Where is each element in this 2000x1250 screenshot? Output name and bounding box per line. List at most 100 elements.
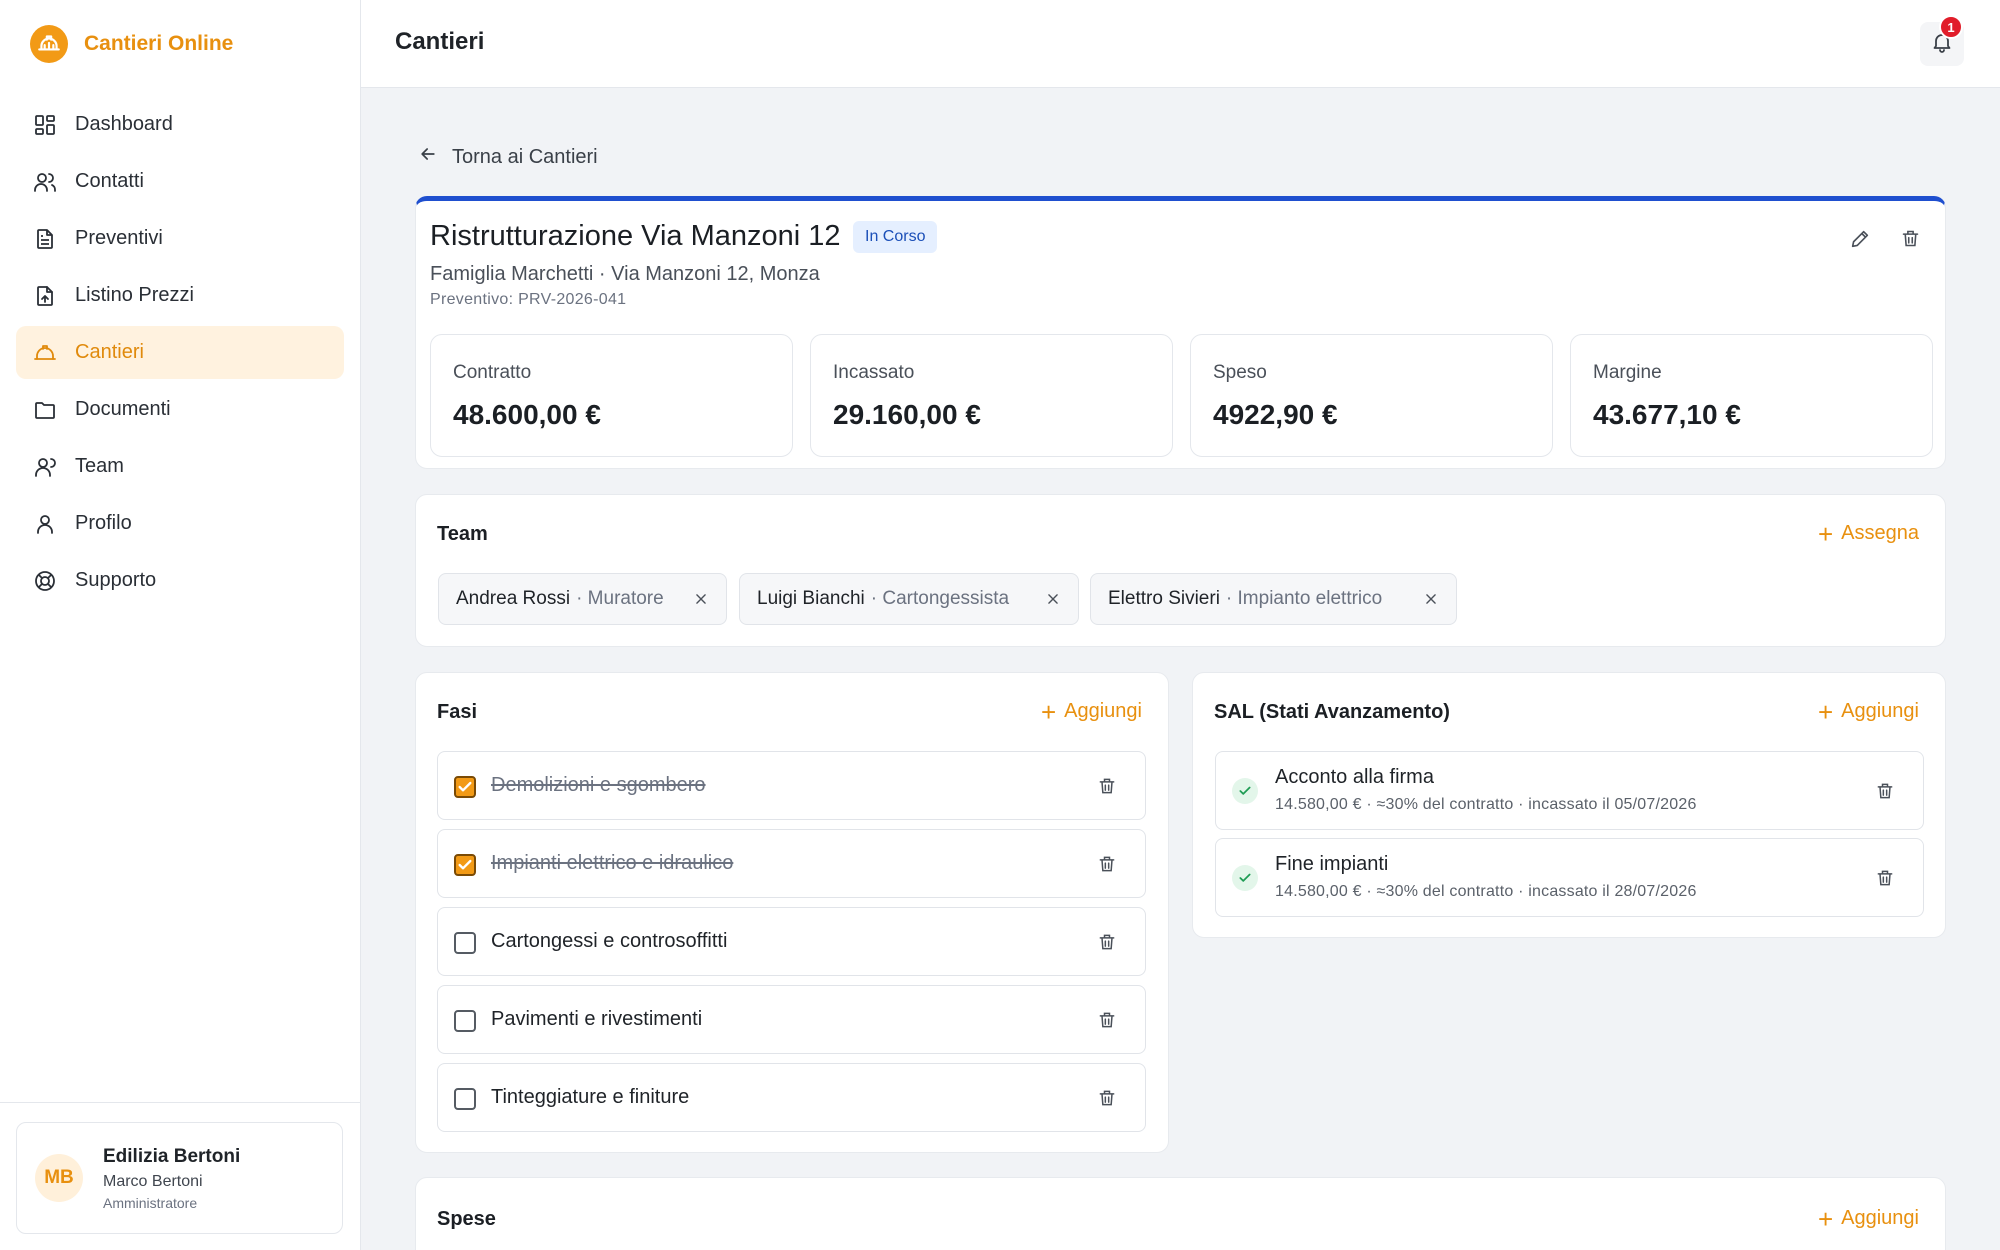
stat-label: Speso <box>1213 362 1267 383</box>
trash-icon[interactable] <box>1873 779 1897 803</box>
file-upload-icon <box>32 283 58 309</box>
add-fase-button[interactable]: + Aggiungi <box>1040 696 1142 727</box>
fase-label: Tinteggiature e finiture <box>491 1086 690 1108</box>
trash-icon[interactable] <box>1095 852 1119 876</box>
sidebar-item-documenti[interactable]: Documenti <box>16 383 344 436</box>
trash-icon[interactable] <box>1873 866 1897 890</box>
team-card: Team + Assegna Andrea Rossi · Muratore L… <box>415 494 1946 647</box>
pencil-icon <box>1849 228 1871 255</box>
add-sal-button[interactable]: + Aggiungi <box>1817 696 1919 727</box>
check-icon <box>1232 778 1258 804</box>
member-role: · Impianto elettrico <box>1225 588 1383 609</box>
sal-item: Acconto alla firma 14.580,00 € · ≈30% de… <box>1215 751 1924 830</box>
team-chip: Andrea Rossi · Muratore <box>438 573 727 625</box>
fase-checkbox[interactable] <box>454 1010 476 1032</box>
spese-card: Spese + Aggiungi <box>415 1177 1946 1250</box>
fase-label: Impianti elettrico e idraulico <box>491 852 734 874</box>
stat-label: Margine <box>1593 362 1662 383</box>
sidebar-item-team[interactable]: Team <box>16 440 344 493</box>
app-name: Cantieri Online <box>84 32 234 55</box>
fase-item: Demolizioni e sgombero <box>437 751 1146 820</box>
sal-title: Fine impianti <box>1275 853 1389 875</box>
add-spesa-button[interactable]: + Aggiungi <box>1817 1203 1919 1234</box>
member-name: Elettro Sivieri <box>1108 588 1220 609</box>
fase-label: Demolizioni e sgombero <box>491 774 706 796</box>
assign-button[interactable]: + Assegna <box>1817 518 1919 549</box>
brand[interactable]: Cantieri Online <box>30 24 233 64</box>
sidebar-item-profilo[interactable]: Profilo <box>16 497 344 550</box>
project-title: Ristrutturazione Via Manzoni 12 <box>430 220 841 252</box>
sidebar-footer: MB Edilizia Bertoni Marco Bertoni Ammini… <box>0 1102 360 1250</box>
folder-icon <box>32 397 58 423</box>
project-client: Famiglia Marchetti · Via Manzoni 12, Mon… <box>430 263 820 285</box>
sidebar-item-label: Listino Prezzi <box>75 284 194 306</box>
project-quote: Preventivo: PRV-2026-041 <box>430 291 627 308</box>
trash-icon[interactable] <box>1095 774 1119 798</box>
add-label: Aggiungi <box>1841 1207 1919 1229</box>
remove-icon[interactable] <box>1422 590 1440 608</box>
stat-label: Incassato <box>833 362 915 383</box>
hardhat-logo-icon <box>30 25 68 63</box>
plus-icon: + <box>1817 696 1834 727</box>
sidebar-item-cantieri[interactable]: Cantieri <box>16 326 344 379</box>
team-chip: Luigi Bianchi · Cartongessista <box>739 573 1079 625</box>
sidebar-item-listino-prezzi[interactable]: Listino Prezzi <box>16 269 344 322</box>
fase-checkbox[interactable] <box>454 776 476 798</box>
trash-icon[interactable] <box>1095 930 1119 954</box>
back-link[interactable]: Torna ai Cantieri <box>418 144 598 170</box>
stat-incassato: Incassato 29.160,00 € <box>810 334 1173 457</box>
remove-icon[interactable] <box>692 590 710 608</box>
user-card[interactable]: MB Edilizia Bertoni Marco Bertoni Ammini… <box>16 1122 343 1234</box>
back-label: Torna ai Cantieri <box>452 145 598 168</box>
arrow-left-icon <box>418 144 438 170</box>
stat-value: 4922,90 € <box>1213 399 1338 430</box>
stat-contratto: Contratto 48.600,00 € <box>430 334 793 457</box>
sal-detail: 14.580,00 € · ≈30% del contratto · incas… <box>1275 796 1697 813</box>
add-label: Aggiungi <box>1064 700 1142 722</box>
hardhat-icon <box>32 340 58 366</box>
fase-checkbox[interactable] <box>454 932 476 954</box>
check-icon <box>1232 865 1258 891</box>
member-role: · Cartongessista <box>870 588 1010 609</box>
fase-label: Pavimenti e rivestimenti <box>491 1008 703 1030</box>
sidebar-item-preventivi[interactable]: Preventivi <box>16 212 344 265</box>
sidebar-item-label: Dashboard <box>75 113 173 135</box>
fase-item: Tinteggiature e finiture <box>437 1063 1146 1132</box>
plus-icon: + <box>1817 1203 1834 1234</box>
sidebar-item-label: Cantieri <box>75 341 144 363</box>
fase-checkbox[interactable] <box>454 1088 476 1110</box>
sal-item: Fine impianti 14.580,00 € · ≈30% del con… <box>1215 838 1924 917</box>
topbar: Cantieri 1 <box>361 0 2000 88</box>
page-title: Cantieri <box>395 28 485 55</box>
sidebar-item-contatti[interactable]: Contatti <box>16 155 344 208</box>
sal-card: SAL (Stati Avanzamento) + Aggiungi Accon… <box>1192 672 1946 938</box>
sidebar-item-dashboard[interactable]: Dashboard <box>16 98 344 151</box>
sidebar-item-label: Profilo <box>75 512 132 534</box>
status-badge: In Corso <box>853 221 938 253</box>
user-info: Edilizia Bertoni Marco Bertoni Amministr… <box>103 1146 240 1211</box>
fase-item: Pavimenti e rivestimenti <box>437 985 1146 1054</box>
sal-detail: 14.580,00 € · ≈30% del contratto · incas… <box>1275 883 1697 900</box>
fase-item: Cartongessi e controsoffitti <box>437 907 1146 976</box>
user-name: Marco Bertoni <box>103 1172 203 1190</box>
stat-label: Contratto <box>453 362 532 383</box>
avatar: MB <box>35 1154 83 1202</box>
project-card: Ristrutturazione Via Manzoni 12 In Corso… <box>415 196 1946 469</box>
plus-icon: + <box>1040 696 1057 727</box>
user-role: Amministratore <box>103 1194 198 1211</box>
plus-icon: + <box>1817 518 1834 549</box>
remove-icon[interactable] <box>1044 590 1062 608</box>
document-icon <box>32 226 58 252</box>
lifebuoy-icon <box>32 568 58 594</box>
delete-project-button[interactable] <box>1894 225 1926 257</box>
fasi-card: Fasi + Aggiungi Demolizioni e sgombero I… <box>415 672 1169 1153</box>
assign-label: Assegna <box>1841 522 1919 544</box>
member-name: Andrea Rossi <box>456 588 571 609</box>
sidebar-item-label: Preventivi <box>75 227 163 249</box>
spese-title: Spese <box>437 1208 496 1230</box>
sidebar-item-supporto[interactable]: Supporto <box>16 554 344 607</box>
edit-button[interactable] <box>1844 225 1876 257</box>
trash-icon[interactable] <box>1095 1086 1119 1110</box>
fase-checkbox[interactable] <box>454 854 476 876</box>
trash-icon[interactable] <box>1095 1008 1119 1032</box>
